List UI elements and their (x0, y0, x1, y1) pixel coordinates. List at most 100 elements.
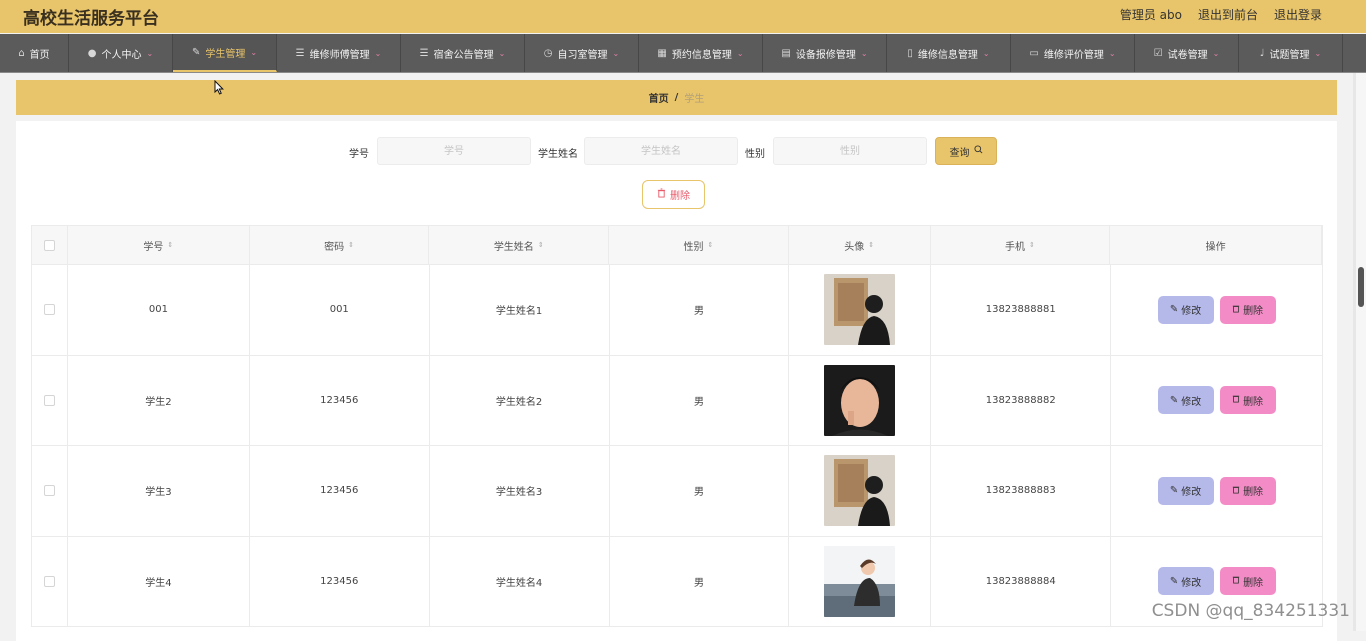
avatar[interactable] (824, 455, 896, 527)
clipboard-icon: ▤ (781, 47, 791, 59)
nav-item-10[interactable]: ☑ 试卷管理 ⌄ (1135, 34, 1239, 72)
sort-icon[interactable]: ⇕ (708, 241, 714, 249)
sort-icon[interactable]: ⇕ (868, 241, 874, 249)
nav-item-8[interactable]: ▯ 维修信息管理 ⌄ (887, 34, 1011, 72)
phone-icon: ▯ (907, 47, 913, 59)
nav-item-11[interactable]: ♩ 试题管理 ⌄ (1239, 34, 1343, 72)
gender-cell: 男 (610, 446, 790, 536)
trash-icon (1232, 394, 1240, 406)
bulk-delete-button[interactable]: 删除 (642, 180, 705, 209)
chevron-down-icon: ⌄ (250, 47, 258, 57)
logout-link[interactable]: 退出登录 (1274, 6, 1322, 23)
nav-item-0[interactable]: ⌂ 首页 (0, 34, 69, 72)
monitor-icon: ▭ (1029, 47, 1039, 59)
scrollbar-thumb[interactable] (1358, 267, 1364, 307)
sort-icon[interactable]: ⇕ (348, 241, 354, 249)
nav-item-1[interactable]: ● 个人中心 ⌄ (69, 34, 173, 72)
exit-to-frontend-link[interactable]: 退出到前台 (1198, 6, 1258, 23)
column-header-0[interactable]: 学号 ⇕ (68, 226, 250, 264)
nav-item-label: 维修评价管理 (1043, 49, 1104, 61)
student-name-cell: 学生姓名2 (430, 355, 610, 445)
column-header-label: 学号 (143, 241, 164, 253)
actions-cell: ✎ 修改 删除 (1111, 265, 1323, 355)
breadcrumb-current: 学生 (684, 94, 705, 105)
sort-icon[interactable]: ⇕ (1029, 241, 1035, 249)
table-row: 学生2 123456 学生姓名2 男 13823888882 ✎ 修改 删除 (31, 355, 1323, 446)
table-row: 学生4 123456 学生姓名4 男 13823888884 ✎ 修改 删除 (31, 536, 1323, 627)
nav-item-label: 预约信息管理 (671, 49, 732, 61)
student-id-cell: 001 (68, 265, 250, 355)
delete-button-label: 删除 (1243, 306, 1264, 318)
phone-cell: 13823888881 (931, 265, 1112, 355)
row-select-cell (32, 265, 68, 355)
list-icon: ☰ (295, 47, 305, 59)
nav-item-label: 试卷管理 (1167, 49, 1208, 61)
delete-button[interactable]: 删除 (1219, 295, 1276, 324)
avatar[interactable] (824, 545, 896, 617)
select-all-checkbox[interactable] (43, 239, 55, 251)
search-icon (973, 145, 983, 157)
edit-button[interactable]: ✎ 修改 (1157, 567, 1214, 596)
nav-item-6[interactable]: ▦ 预约信息管理 ⌄ (639, 34, 763, 72)
avatar-cell (789, 355, 932, 445)
student-id-label: 学号 (349, 149, 369, 160)
row-checkbox[interactable] (43, 394, 55, 406)
phone-cell: 13823888883 (931, 446, 1112, 536)
nav-item-label: 自习室管理 (557, 49, 608, 61)
top-header: 高校生活服务平台 管理员 abo 退出到前台 退出登录 (0, 0, 1366, 33)
phone-cell: 13823888884 (931, 536, 1112, 626)
delete-button[interactable]: 删除 (1219, 567, 1276, 596)
breadcrumb-separator: / (674, 92, 679, 103)
row-select-cell (32, 446, 68, 536)
trash-icon (657, 188, 666, 201)
column-header-3[interactable]: 性别 ⇕ (609, 226, 789, 264)
nav-item-9[interactable]: ▭ 维修评价管理 ⌄ (1011, 34, 1135, 72)
column-header-4[interactable]: 头像 ⇕ (789, 226, 931, 264)
edit-icon: ✎ (191, 46, 201, 58)
admin-user-link[interactable]: 管理员 abo (1120, 6, 1182, 23)
delete-button[interactable]: 删除 (1219, 386, 1276, 415)
scrollbar-track[interactable] (1356, 73, 1366, 631)
nav-item-label: 个人中心 (101, 49, 142, 61)
row-checkbox[interactable] (43, 485, 55, 497)
column-header-2[interactable]: 学生姓名 ⇕ (429, 226, 610, 264)
list-icon: ☰ (419, 47, 429, 59)
nav-item-label: 设备报修管理 (795, 49, 856, 61)
edit-icon: ✎ (1169, 394, 1179, 406)
nav-item-label: 维修信息管理 (917, 49, 978, 61)
home-icon: ⌂ (18, 47, 25, 59)
row-checkbox[interactable] (43, 575, 55, 587)
watermark: CSDN @qq_834251331 (1151, 601, 1350, 621)
edit-button[interactable]: ✎ 修改 (1157, 295, 1214, 324)
row-checkbox[interactable] (43, 304, 55, 316)
password-cell: 123456 (250, 446, 430, 536)
nav-item-label: 首页 (29, 49, 50, 61)
nav-item-4[interactable]: ☰ 宿舍公告管理 ⌄ (401, 34, 525, 72)
nav-item-5[interactable]: ◷ 自习室管理 ⌄ (525, 34, 639, 72)
edit-button[interactable]: ✎ 修改 (1157, 386, 1214, 415)
breadcrumb-home[interactable]: 首页 (649, 90, 669, 105)
column-header-1[interactable]: 密码 ⇕ (250, 226, 430, 264)
nav-item-2[interactable]: ✎ 学生管理 ⌄ (173, 34, 277, 72)
edit-button[interactable]: ✎ 修改 (1157, 476, 1214, 505)
nav-item-3[interactable]: ☰ 维修师傅管理 ⌄ (277, 34, 401, 72)
grid-icon: ▦ (657, 47, 667, 59)
chevron-down-icon: ⌄ (982, 48, 990, 58)
column-header-label: 操作 (1205, 241, 1226, 253)
delete-button[interactable]: 删除 (1219, 476, 1276, 505)
avatar[interactable] (824, 364, 896, 436)
student-name-cell: 学生姓名3 (430, 446, 610, 536)
sort-icon[interactable]: ⇕ (167, 241, 173, 249)
sort-icon[interactable]: ⇕ (538, 241, 544, 249)
gender-cell: 男 (610, 536, 790, 626)
mic-icon: ♩ (1259, 47, 1265, 59)
chevron-down-icon: ⌄ (374, 48, 382, 58)
column-header-5[interactable]: 手机 ⇕ (931, 226, 1111, 264)
gender-input[interactable] (773, 137, 927, 165)
search-button[interactable]: 查询 (935, 137, 997, 165)
student-id-input[interactable] (377, 137, 531, 165)
nav-item-7[interactable]: ▤ 设备报修管理 ⌄ (763, 34, 887, 72)
avatar[interactable] (824, 274, 896, 346)
student-name-input[interactable] (584, 137, 738, 165)
student-name-cell: 学生姓名4 (430, 536, 610, 626)
